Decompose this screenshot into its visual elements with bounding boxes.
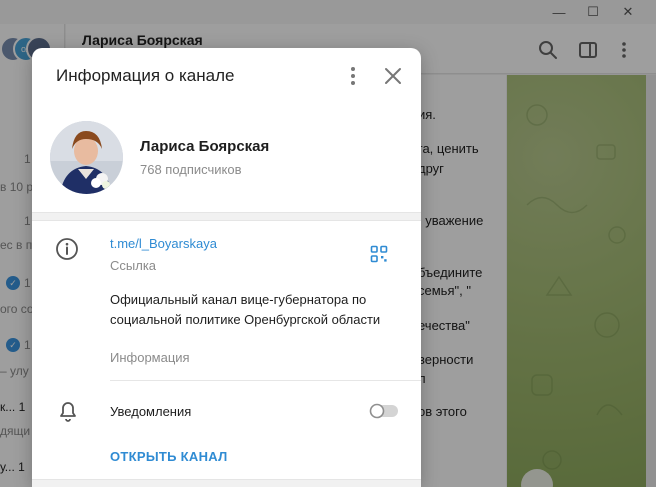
- channel-name: Лариса Боярская: [140, 138, 270, 155]
- notifications-label: Уведомления: [110, 404, 192, 419]
- bell-icon: [60, 402, 76, 422]
- divider: [110, 380, 421, 381]
- section-separator: [32, 479, 421, 487]
- channel-avatar-photo: [50, 121, 123, 194]
- open-channel-button[interactable]: ОТКРЫТЬ КАНАЛ: [110, 449, 228, 464]
- channel-link[interactable]: t.me/l_Boyarskaya: [110, 236, 217, 251]
- section-separator: [32, 212, 421, 221]
- channel-description-label: Информация: [110, 350, 190, 365]
- qr-code-icon[interactable]: [370, 245, 388, 263]
- channel-description: Официальный канал вице-губернатора по со…: [110, 292, 381, 327]
- more-vertical-icon[interactable]: [343, 65, 363, 87]
- channel-avatar[interactable]: [50, 121, 123, 194]
- channel-info-dialog: Информация о канале Лариса Боярская 768 …: [32, 48, 421, 487]
- close-icon[interactable]: [383, 65, 403, 87]
- channel-link-label: Ссылка: [110, 258, 157, 273]
- subscriber-count: 768 подписчиков: [140, 162, 242, 177]
- dialog-title: Информация о канале: [56, 66, 235, 85]
- notifications-toggle[interactable]: [369, 403, 399, 419]
- info-icon: [56, 238, 78, 260]
